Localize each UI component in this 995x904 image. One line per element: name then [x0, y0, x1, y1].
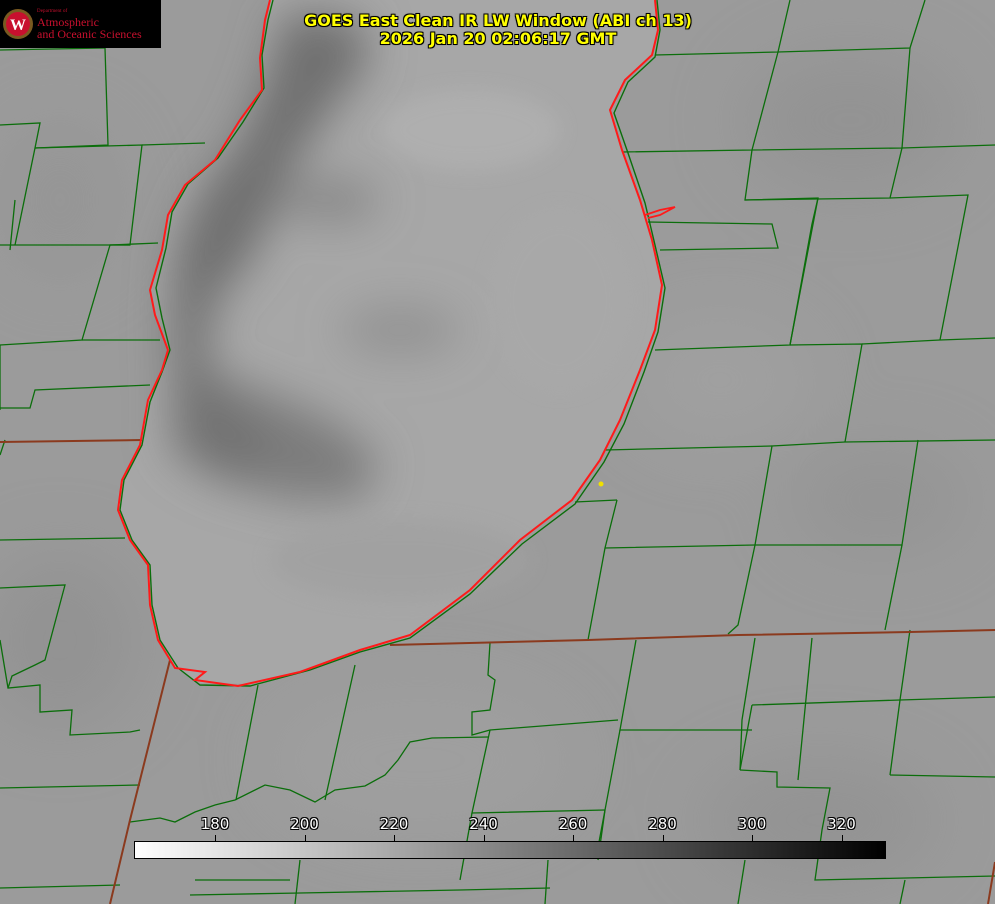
- colorbar-tick: [573, 835, 574, 841]
- colorbar-tick: [215, 835, 216, 841]
- logo-text: Department of Atmospheric and Oceanic Sc…: [37, 9, 142, 40]
- colorbar-label: 320: [827, 815, 856, 833]
- colorbar-label: 300: [737, 815, 767, 833]
- colorbar: [134, 841, 886, 859]
- colorbar-label: 180: [200, 815, 230, 833]
- title-line2: 2026 Jan 20 02:06:17 GMT: [379, 29, 617, 48]
- uw-seal-icon: W: [3, 9, 33, 39]
- colorbar-label: 280: [648, 815, 677, 833]
- satellite-image-viewer: W Department of Atmospheric and Oceanic …: [0, 0, 995, 904]
- colorbar-tick: [841, 835, 843, 841]
- logo-line2: and Oceanic Sciences: [37, 26, 142, 41]
- image-title: GOES East Clean IR LW Window (ABI ch 13)…: [260, 12, 736, 48]
- uw-aos-logo[interactable]: W Department of Atmospheric and Oceanic …: [0, 0, 161, 48]
- colorbar-tick: [483, 835, 485, 841]
- colorbar-label: 220: [379, 815, 409, 833]
- colorbar-tick: [752, 835, 753, 841]
- colorbar-tick: [394, 835, 395, 841]
- satellite-map: [0, 0, 995, 904]
- logo-dept: Department of: [37, 8, 68, 14]
- colorbar-tick: [304, 835, 306, 841]
- colorbar-label: 240: [469, 815, 498, 833]
- location-marker: [598, 481, 604, 487]
- colorbar-label: 260: [558, 815, 588, 833]
- colorbar-label: 200: [290, 815, 319, 833]
- logo-line1: Atmospheric: [37, 14, 99, 29]
- title-line1: GOES East Clean IR LW Window (ABI ch 13): [304, 11, 692, 30]
- colorbar-tick: [662, 835, 664, 841]
- seal-letter: W: [10, 17, 26, 34]
